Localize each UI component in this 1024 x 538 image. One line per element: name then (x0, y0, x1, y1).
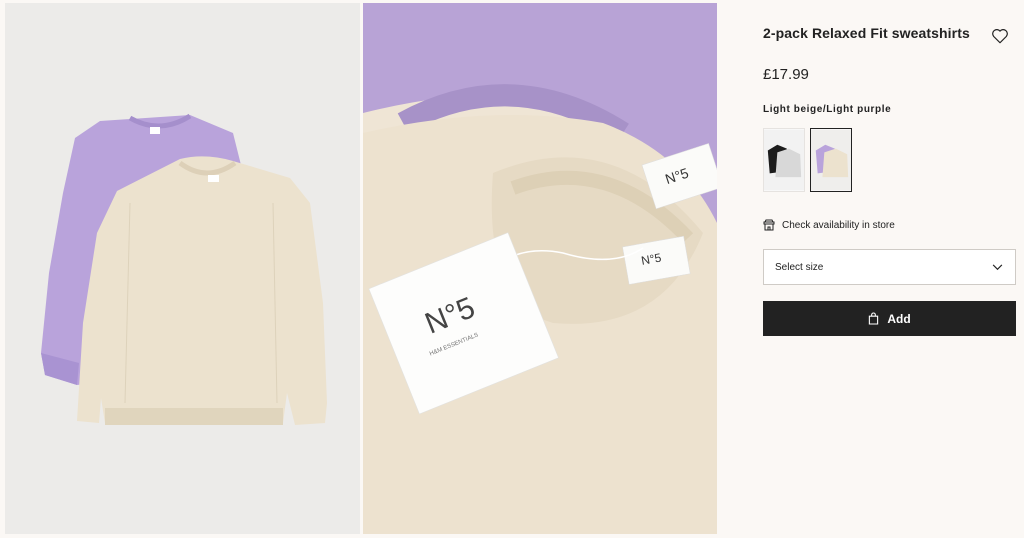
size-select[interactable]: Select size (763, 249, 1016, 285)
color-swatch-black-grey[interactable] (763, 128, 805, 192)
product-image-detail[interactable]: N°5 N°5 N°5 H&M ESSENTIALS (363, 3, 717, 534)
add-button-label: Add (887, 311, 911, 326)
add-to-bag-button[interactable]: Add (763, 301, 1016, 336)
neckline-detail-illustration: N°5 N°5 N°5 H&M ESSENTIALS (363, 3, 717, 534)
bag-icon (869, 312, 879, 325)
product-title: 2-pack Relaxed Fit sweatshirts (763, 25, 970, 41)
product-price: £17.99 (763, 66, 809, 83)
size-select-placeholder: Select size (775, 261, 824, 273)
store-icon (763, 219, 775, 231)
sweatshirts-illustration (5, 3, 360, 534)
selected-color-name: Light beige/Light purple (763, 104, 892, 115)
check-availability-label: Check availability in store (782, 219, 895, 231)
check-availability-link[interactable]: Check availability in store (763, 219, 895, 231)
product-details-panel: 2-pack Relaxed Fit sweatshirts £17.99 Li… (763, 0, 1016, 538)
swatch-beige-purple-thumbnail (811, 129, 851, 191)
swatch-black-grey-thumbnail (764, 129, 804, 191)
heart-icon (992, 29, 1008, 44)
chevron-down-icon (992, 263, 1003, 270)
product-image-main[interactable] (5, 3, 360, 534)
product-page: N°5 N°5 N°5 H&M ESSENTIALS 2-pack Relaxe… (0, 0, 1024, 538)
favourite-button[interactable] (991, 27, 1009, 45)
color-swatch-beige-purple[interactable] (810, 128, 852, 192)
product-gallery: N°5 N°5 N°5 H&M ESSENTIALS (0, 0, 720, 538)
